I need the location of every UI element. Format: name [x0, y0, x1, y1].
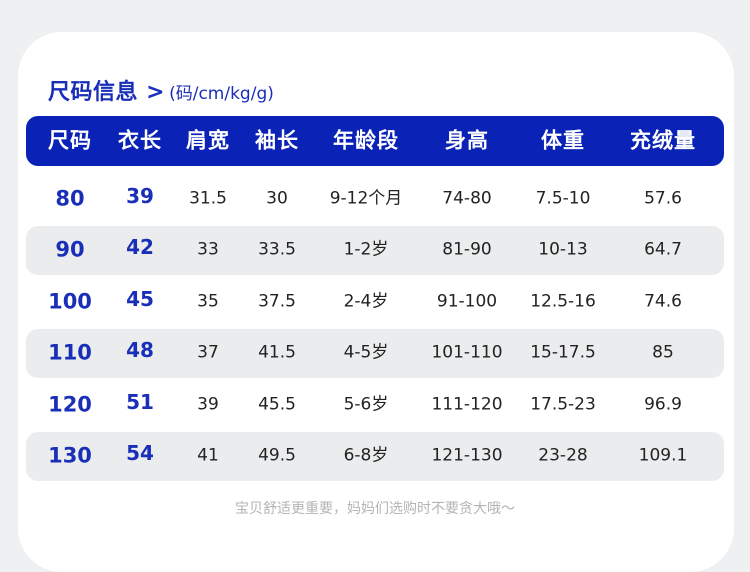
column-header-shoulder: 肩宽: [186, 128, 230, 153]
column-header-size: 尺码: [48, 128, 92, 153]
heading-title: 尺码信息 >: [48, 80, 166, 105]
cell-fill: 109.1: [638, 445, 688, 466]
cell-size: 120: [48, 392, 92, 417]
cell-shoulder: 41: [197, 445, 219, 466]
cell-height: 81-90: [442, 239, 492, 260]
cell-shoulder: 31.5: [189, 188, 227, 209]
cell-sleeve: 37.5: [258, 291, 296, 312]
cell-height: 121-130: [431, 445, 503, 466]
column-header-height: 身高: [445, 128, 489, 153]
cell-length: 39: [126, 184, 154, 208]
cell-shoulder: 35: [197, 291, 219, 312]
cell-weight: 15-17.5: [530, 342, 596, 363]
cell-weight: 12.5-16: [530, 291, 596, 312]
cell-length: 45: [126, 287, 154, 311]
cell-sleeve: 49.5: [258, 445, 296, 466]
size-info-heading: 尺码信息 > (码/cm/kg/g): [48, 74, 274, 106]
cell-length: 51: [126, 390, 154, 414]
cell-fill: 85: [652, 342, 674, 363]
cell-sleeve: 33.5: [258, 239, 296, 260]
footer-note: 宝贝舒适更重要，妈妈们选购时不要贪大哦～: [235, 501, 515, 517]
cell-fill: 64.7: [644, 239, 682, 260]
cell-length: 48: [126, 338, 154, 362]
cell-size: 90: [55, 237, 85, 262]
cell-weight: 7.5-10: [535, 188, 591, 209]
heading-unit: (码/cm/kg/g): [169, 84, 274, 104]
cell-height: 74-80: [442, 188, 492, 209]
cell-age: 6-8岁: [343, 445, 389, 466]
column-header-length: 衣长: [118, 128, 162, 153]
cell-height: 101-110: [431, 342, 503, 363]
cell-age: 1-2岁: [343, 239, 389, 260]
cell-length: 54: [126, 441, 154, 465]
cell-size: 110: [48, 340, 92, 365]
cell-age: 5-6岁: [343, 394, 389, 415]
cell-shoulder: 33: [197, 239, 219, 260]
cell-sleeve: 41.5: [258, 342, 296, 363]
cell-shoulder: 37: [197, 342, 219, 363]
cell-weight: 10-13: [538, 239, 588, 260]
cell-size: 80: [55, 186, 85, 211]
cell-fill: 74.6: [644, 291, 682, 312]
cell-length: 42: [126, 235, 154, 259]
cell-fill: 96.9: [644, 394, 682, 415]
cell-weight: 23-28: [538, 445, 588, 466]
cell-age: 4-5岁: [343, 342, 389, 363]
cell-age: 2-4岁: [343, 291, 389, 312]
cell-size: 100: [48, 289, 92, 314]
cell-size: 130: [48, 443, 92, 468]
cell-fill: 57.6: [644, 188, 682, 209]
cell-age: 9-12个月: [329, 188, 403, 209]
cell-sleeve: 45.5: [258, 394, 296, 415]
cell-shoulder: 39: [197, 394, 219, 415]
column-header-weight: 体重: [541, 128, 585, 153]
cell-height: 111-120: [431, 394, 503, 415]
cell-height: 91-100: [436, 291, 498, 312]
column-header-sleeve: 袖长: [255, 128, 299, 153]
cell-sleeve: 30: [266, 188, 288, 209]
column-header-age: 年龄段: [333, 128, 399, 153]
cell-weight: 17.5-23: [530, 394, 596, 415]
column-header-fill: 充绒量: [630, 128, 696, 153]
